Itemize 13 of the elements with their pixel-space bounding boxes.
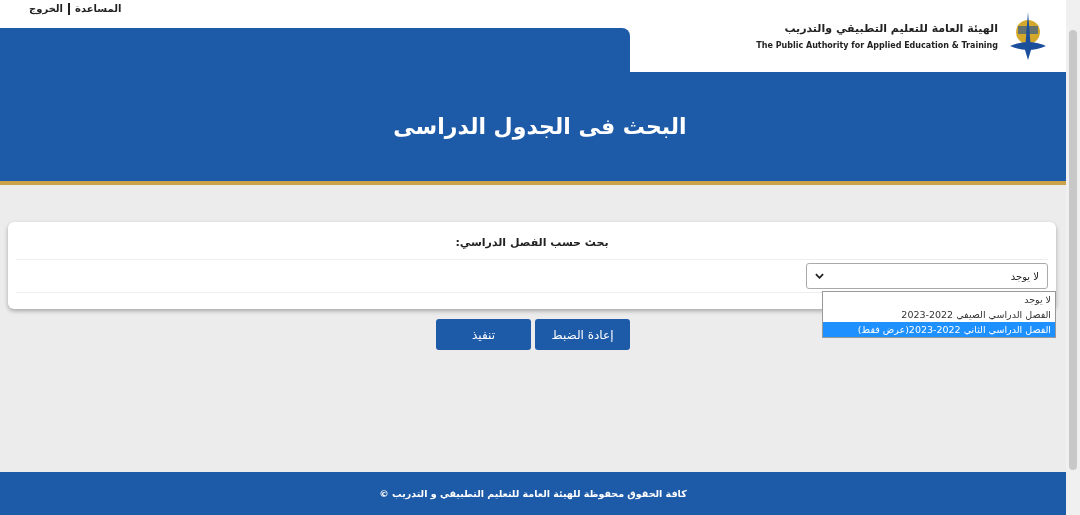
- org-name-english: The Public Authority for Applied Education & Training: [756, 41, 998, 50]
- dropdown-option[interactable]: الفصل الدراسي الصيفي 2022-2023: [823, 307, 1055, 322]
- page-title: البحث فى الجدول الدراسى: [393, 114, 687, 139]
- nav-link[interactable]: الخروج: [24, 3, 71, 15]
- dropdown-option[interactable]: لا يوجد: [823, 292, 1055, 307]
- search-label: بحث حسب الفصل الدراسي:: [455, 236, 609, 249]
- org-name: الهيئة العامة للتعليم التطبيقي والتدريب: [784, 22, 998, 35]
- nav-link[interactable]: المساعدة: [70, 3, 127, 15]
- form-button[interactable]: إعادة الضبط: [535, 319, 630, 350]
- semester-select[interactable]: لا يوجد: [806, 263, 1048, 289]
- copyright-text: كافة الحقوق محفوظة للهيئة العامة للتعليم التطبيقي و التدريب ©: [379, 488, 687, 499]
- form-button[interactable]: تنفيذ: [436, 319, 531, 350]
- chevron-down-icon: [815, 273, 824, 279]
